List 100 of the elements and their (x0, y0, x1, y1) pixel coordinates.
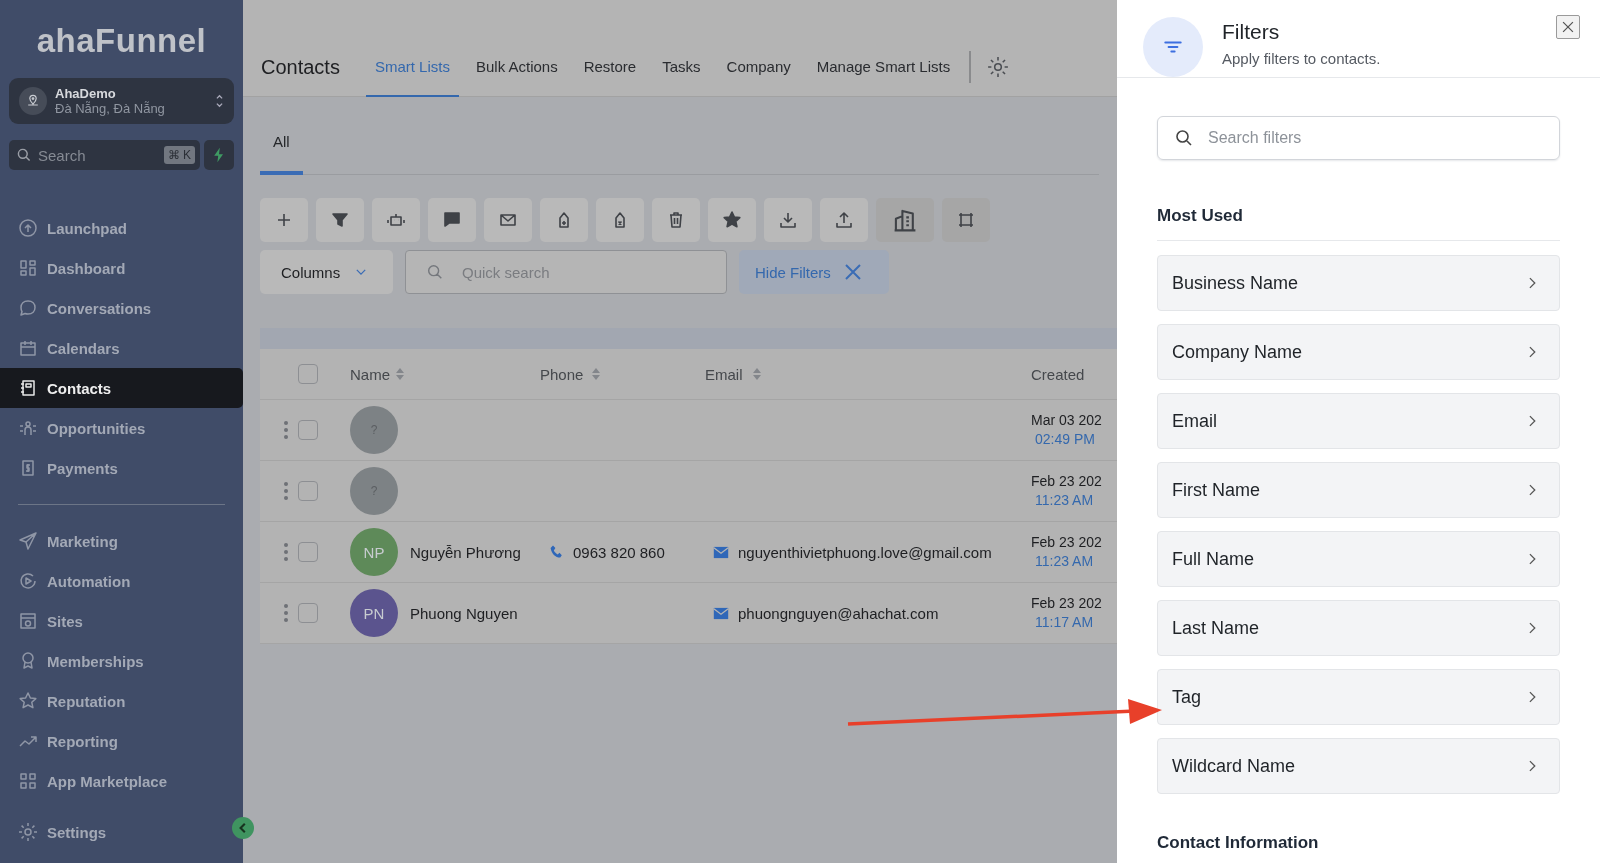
quick-action-button[interactable] (204, 140, 234, 170)
envelope-icon (713, 545, 729, 559)
drag-handle-icon[interactable] (284, 482, 288, 500)
phone-icon (549, 544, 565, 560)
list-tab[interactable]: All (260, 101, 303, 175)
nav-tab[interactable]: Manage Smart Lists (807, 37, 960, 97)
paper-plane-icon (18, 531, 38, 551)
toolbar-button[interactable] (372, 198, 420, 242)
nav-tab[interactable]: Tasks (653, 37, 710, 97)
filter-search-field[interactable]: Search filters (1157, 116, 1560, 160)
toolbar-button[interactable] (708, 198, 756, 242)
column-header[interactable]: Phone (540, 365, 705, 383)
column-header[interactable]: Created (1031, 365, 1085, 383)
contact-name[interactable]: Nguyễn Phương (410, 543, 521, 561)
filter-option[interactable]: Email (1157, 393, 1560, 449)
created-time: 11:23 AM (1034, 491, 1095, 510)
row-checkbox[interactable] (298, 481, 318, 501)
circle-arrow-icon (18, 218, 38, 238)
nav-item[interactable]: Dashboard (0, 248, 243, 288)
close-icon (1561, 20, 1575, 34)
people-icon (18, 418, 38, 438)
star-icon (722, 210, 742, 230)
sort-icon (591, 366, 602, 382)
search-field[interactable]: Search ⌘ K (9, 140, 200, 170)
chevron-left-icon (237, 822, 249, 834)
quick-search-input[interactable]: Quick search (460, 262, 726, 282)
nav-item[interactable]: Memberships (0, 641, 243, 681)
collapse-button[interactable] (232, 817, 254, 839)
section-heading: Most Used (1157, 206, 1560, 241)
page-title: Contacts (261, 55, 340, 79)
nav-item[interactable]: Reporting (0, 721, 243, 761)
filter-option[interactable]: Tag (1157, 669, 1560, 725)
nav-item[interactable]: App Marketplace (0, 761, 243, 801)
created-date: Mar 03 202 (1031, 411, 1102, 430)
drag-handle-icon[interactable] (284, 421, 288, 439)
sort-icon (395, 366, 405, 382)
toolbar-button[interactable] (316, 198, 364, 242)
filter-option[interactable]: Wildcard Name (1157, 738, 1560, 794)
toolbar-button[interactable] (820, 198, 868, 242)
nav-item[interactable]: Launchpad (0, 208, 243, 248)
nav-item[interactable]: Reputation (0, 681, 243, 721)
column-header[interactable]: Email (705, 365, 1031, 383)
filter-option[interactable]: Full Name (1157, 531, 1560, 587)
filter-option[interactable]: First Name (1157, 462, 1560, 518)
panel-title: Filters (1222, 20, 1281, 44)
created-date: Feb 23 202 (1031, 472, 1102, 491)
created-time: 11:17 AM (1034, 613, 1095, 632)
toolbar-button[interactable] (764, 198, 812, 242)
filter-icon (330, 210, 350, 230)
section-heading: Contact Information (1157, 833, 1320, 854)
account-name: AhaDemo (55, 86, 117, 101)
row-checkbox[interactable] (298, 603, 318, 623)
close-icon (842, 262, 863, 282)
nav-item[interactable]: Conversations (0, 288, 243, 328)
nav-item[interactable]: Sites (0, 601, 243, 641)
toolbar-button[interactable] (260, 198, 308, 242)
search-icon (16, 147, 32, 163)
nav-item[interactable]: Calendars (0, 328, 243, 368)
nav-tab[interactable]: Company (717, 37, 800, 97)
contact-name[interactable]: Phuong Nguyen (410, 604, 518, 622)
browser-icon (18, 611, 38, 631)
quick-search-field[interactable]: Quick search (405, 250, 727, 294)
toolbar-button[interactable] (876, 198, 934, 242)
nav-item[interactable]: Contacts (0, 368, 243, 408)
nav-item[interactable]: Automation (0, 561, 243, 601)
nav-item[interactable]: Opportunities (0, 408, 243, 448)
toolbar-button[interactable] (540, 198, 588, 242)
toolbar-button[interactable] (484, 198, 532, 242)
drag-handle-icon[interactable] (284, 543, 288, 561)
drag-handle-icon[interactable] (284, 604, 288, 622)
phone-number: 0963 820 860 (573, 543, 665, 561)
toolbar-button[interactable] (652, 198, 700, 242)
row-checkbox[interactable] (298, 420, 318, 440)
avatar: ? (350, 467, 398, 515)
nav-item[interactable]: Marketing (0, 521, 243, 561)
building-icon (892, 207, 918, 233)
account-switcher[interactable]: AhaDemo Đà Nẵng, Đà Nẵng (9, 78, 234, 124)
hide-filters-button[interactable]: Hide Filters (739, 250, 889, 294)
toolbar-button[interactable] (596, 198, 644, 242)
frame-icon (956, 210, 976, 230)
panel-subtitle: Apply filters to contacts. (1222, 50, 1382, 67)
nav-item[interactable]: Settings (0, 812, 227, 852)
filter-option[interactable]: Last Name (1157, 600, 1560, 656)
column-header[interactable]: Name (350, 365, 540, 383)
filter-option[interactable]: Business Name (1157, 255, 1560, 311)
sort-icon (751, 366, 762, 382)
select-all-checkbox[interactable] (298, 364, 318, 384)
columns-dropdown[interactable]: Columns (260, 250, 393, 294)
nav-tab[interactable]: Restore (574, 37, 646, 97)
filter-option[interactable]: Company Name (1157, 324, 1560, 380)
row-checkbox[interactable] (298, 542, 318, 562)
toolbar-button[interactable] (942, 198, 990, 242)
chat-bubble-icon (18, 298, 38, 318)
search-input[interactable]: Search (36, 145, 160, 165)
nav-item[interactable]: Payments (0, 448, 243, 488)
close-button[interactable] (1556, 15, 1580, 39)
nav-tab[interactable]: Smart Lists (365, 37, 459, 97)
toolbar-button[interactable] (428, 198, 476, 242)
envelope-icon (713, 606, 729, 620)
nav-tab[interactable]: Bulk Actions (466, 37, 567, 97)
